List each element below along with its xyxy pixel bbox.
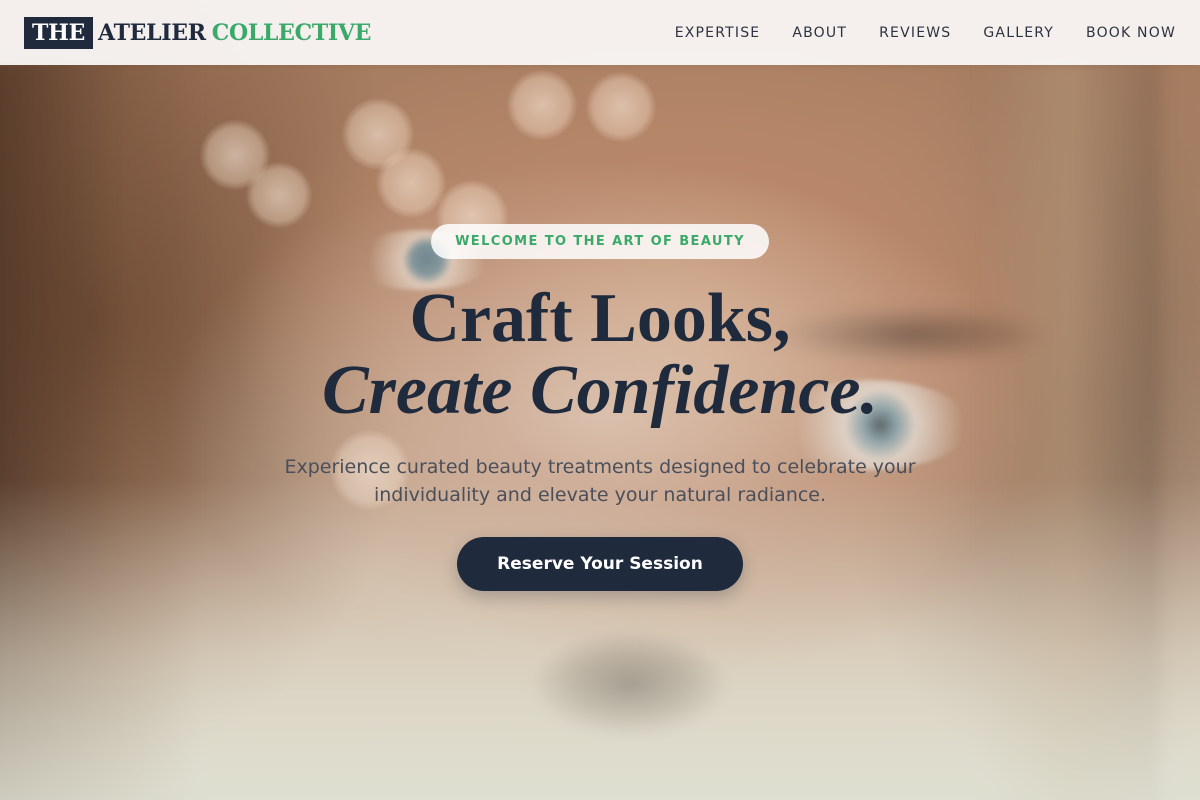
logo-atelier: ATELIER bbox=[98, 19, 206, 46]
nav-link-book-now[interactable]: BOOK NOW bbox=[1086, 25, 1176, 41]
hero-headline: Craft Looks, Create Confidence. bbox=[322, 283, 878, 427]
site-header: THE ATELIER COLLECTIVE EXPERTISE ABOUT R… bbox=[0, 0, 1200, 65]
nav-link-gallery[interactable]: GALLERY bbox=[983, 25, 1054, 41]
nav-link-expertise[interactable]: EXPERTISE bbox=[675, 25, 761, 41]
hero-section: WELCOME TO THE ART OF BEAUTY Craft Looks… bbox=[0, 224, 1200, 591]
reserve-session-button[interactable]: Reserve Your Session bbox=[457, 537, 743, 591]
nav-link-about[interactable]: ABOUT bbox=[792, 25, 847, 41]
welcome-badge: WELCOME TO THE ART OF BEAUTY bbox=[431, 224, 769, 259]
logo-the: THE bbox=[24, 16, 94, 49]
brand-logo[interactable]: THE ATELIER COLLECTIVE bbox=[24, 16, 372, 49]
headline-line-2: Create Confidence. bbox=[321, 352, 879, 429]
hero-subtext: Experience curated beauty treatments des… bbox=[284, 456, 916, 506]
nav-link-reviews[interactable]: REVIEWS bbox=[879, 25, 951, 41]
main-nav: EXPERTISE ABOUT REVIEWS GALLERY BOOK NOW bbox=[675, 25, 1176, 41]
logo-collective: COLLECTIVE bbox=[211, 19, 372, 46]
headline-line-1: Craft Looks, bbox=[409, 280, 791, 357]
